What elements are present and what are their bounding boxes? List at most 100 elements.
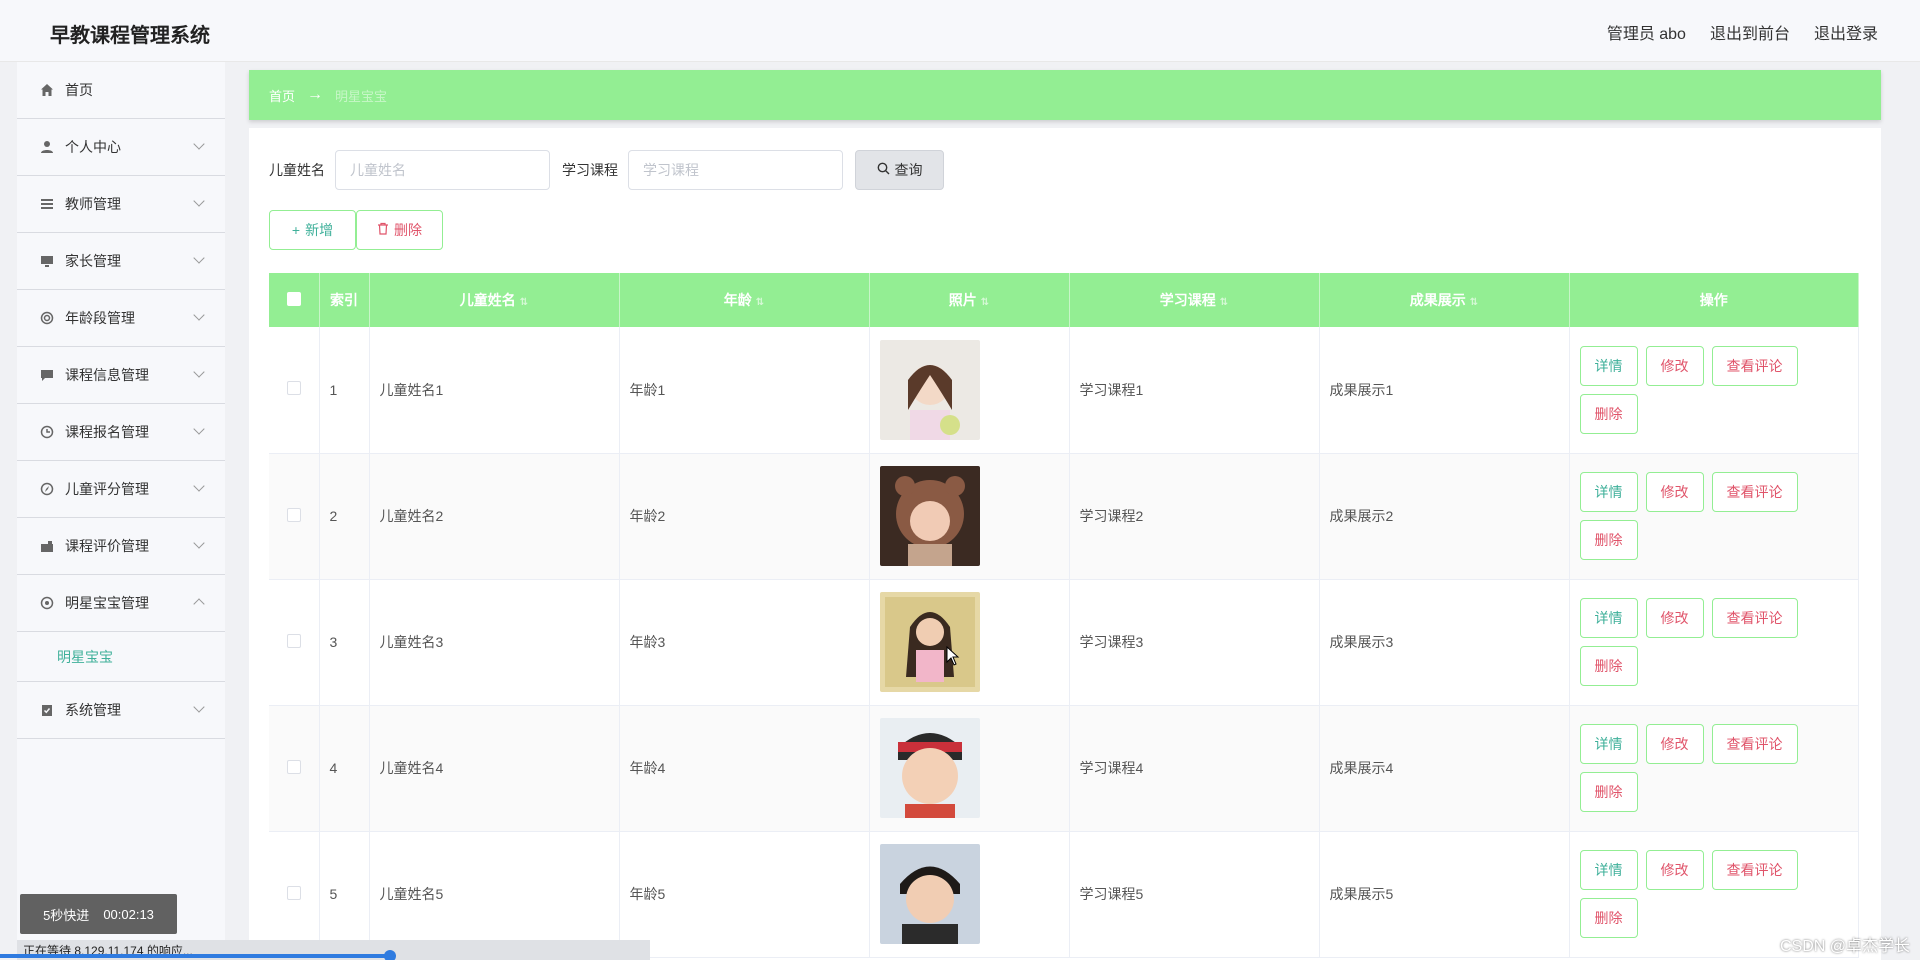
column-name[interactable]: 儿童姓名 ⇅ [369, 273, 620, 327]
chevron-down-icon [193, 537, 205, 549]
sort-icon: ⇅ [519, 297, 529, 308]
detail-button[interactable]: 详情 [1579, 472, 1638, 512]
column-course[interactable]: 学习课程 ⇅ [1069, 273, 1320, 327]
video-time: 00:02:13 [103, 906, 154, 922]
column-operations: 操作 [1569, 273, 1859, 327]
cell-photo [869, 705, 1070, 832]
sidebar-subitem-star-baby[interactable]: 明星宝宝 [17, 632, 225, 682]
sidebar-item-parents[interactable]: 家长管理 [17, 233, 225, 290]
sidebar-item-star-babies[interactable]: 明星宝宝管理 [17, 575, 225, 632]
search-button-label: 查询 [894, 162, 923, 178]
sort-icon: ⇅ [980, 297, 990, 308]
sidebar-item-label: 课程信息管理 [65, 367, 149, 383]
delete-button[interactable]: 删除 [1579, 772, 1638, 812]
add-button[interactable]: + 新增 [269, 210, 356, 250]
detail-button[interactable]: 详情 [1579, 598, 1638, 638]
chevron-down-icon [193, 195, 205, 207]
cell-operations: 详情 修改 查看评论 删除 [1569, 705, 1859, 832]
breadcrumb-current: 明星宝宝 [335, 88, 388, 104]
monitor-icon [39, 253, 55, 269]
cell-index: 5 [319, 831, 370, 958]
view-comments-button[interactable]: 查看评论 [1711, 598, 1798, 638]
clock-icon [39, 424, 55, 440]
row-checkbox[interactable] [269, 705, 320, 832]
sidebar-item-system[interactable]: 系统管理 [17, 682, 225, 739]
cell-course: 学习课程4 [1069, 705, 1320, 832]
view-comments-button[interactable]: 查看评论 [1711, 724, 1798, 764]
row-checkbox[interactable] [269, 579, 320, 706]
course-input[interactable] [628, 150, 843, 190]
sidebar-item-label: 课程评价管理 [65, 538, 149, 554]
sort-icon: ⇅ [755, 297, 765, 308]
sidebar-item-course-reviews[interactable]: 课程评价管理 [17, 518, 225, 575]
sidebar-item-home[interactable]: 首页 [17, 62, 225, 119]
video-speed-badge[interactable]: 5秒快进 00:02:13 [20, 894, 177, 934]
cell-name: 儿童姓名3 [369, 579, 620, 706]
edit-button[interactable]: 修改 [1645, 724, 1704, 764]
sidebar-item-child-scores[interactable]: 儿童评分管理 [17, 461, 225, 518]
delete-button[interactable]: 删除 [1579, 393, 1638, 434]
sidebar-item-course-info[interactable]: 课程信息管理 [17, 347, 225, 404]
sidebar-item-enrollment[interactable]: 课程报名管理 [17, 404, 225, 461]
detail-button[interactable]: 详情 [1579, 850, 1638, 890]
sidebar-item-age-groups[interactable]: 年龄段管理 [17, 290, 225, 347]
video-progress-bar[interactable] [0, 954, 390, 958]
row-checkbox[interactable] [269, 453, 320, 580]
compass-icon [39, 481, 55, 497]
child-photo[interactable] [879, 466, 980, 566]
row-checkbox[interactable] [269, 327, 320, 454]
sidebar-item-personal[interactable]: 个人中心 [17, 119, 225, 176]
cell-operations: 详情 修改 查看评论 删除 [1569, 453, 1859, 580]
chevron-down-icon [193, 480, 205, 492]
child-photo[interactable] [879, 844, 980, 944]
search-icon [877, 162, 890, 178]
data-table: 索引 儿童姓名 ⇅ 年龄 ⇅ 照片 ⇅ 学习课程 ⇅ 成果展示 ⇅ 操作 1 儿童姓名1 … [269, 273, 1859, 958]
detail-button[interactable]: 详情 [1579, 345, 1638, 386]
edit-button[interactable]: 修改 [1645, 345, 1704, 386]
breadcrumb: 首页 → 明星宝宝 [249, 70, 1881, 120]
child-photo[interactable] [879, 592, 980, 692]
delete-button[interactable]: 删除 [1579, 520, 1638, 560]
row-checkbox[interactable] [269, 831, 320, 958]
child-photo[interactable] [879, 339, 980, 440]
table-row: 1 儿童姓名1 年龄1 学习课程1 成果展示1 详情 修改 查看评论 删除 [269, 327, 1859, 454]
cell-age: 年龄5 [619, 831, 870, 958]
column-index[interactable]: 索引 [319, 273, 370, 327]
column-result[interactable]: 成果展示 ⇅ [1319, 273, 1570, 327]
breadcrumb-home[interactable]: 首页 [269, 86, 295, 105]
view-comments-button[interactable]: 查看评论 [1711, 345, 1798, 386]
search-button[interactable]: 查询 [855, 150, 944, 190]
select-all-checkbox[interactable] [269, 273, 320, 327]
sidebar-item-label: 明星宝宝管理 [65, 595, 149, 611]
add-button-label: 新增 [305, 222, 334, 238]
sidebar-item-teachers[interactable]: 教师管理 [17, 176, 225, 233]
batch-delete-button[interactable]: 删除 [356, 210, 443, 250]
column-age[interactable]: 年龄 ⇅ [619, 273, 870, 327]
child-name-input[interactable] [335, 150, 550, 190]
delete-button-label: 删除 [394, 222, 422, 238]
sidebar-item-label: 家长管理 [65, 253, 121, 269]
cell-photo [869, 579, 1070, 706]
search-form: 儿童姓名 学习课程 查询 [269, 150, 944, 190]
delete-button[interactable]: 删除 [1579, 898, 1638, 938]
briefcase-icon [39, 538, 55, 554]
child-photo[interactable] [879, 718, 980, 818]
cell-index: 4 [319, 705, 370, 832]
cell-name: 儿童姓名1 [369, 327, 620, 454]
edit-button[interactable]: 修改 [1645, 850, 1704, 890]
cell-operations: 详情 修改 查看评论 删除 [1569, 579, 1859, 706]
detail-button[interactable]: 详情 [1579, 724, 1638, 764]
to-frontend-link[interactable]: 退出到前台 [1710, 20, 1790, 44]
edit-button[interactable]: 修改 [1645, 598, 1704, 638]
edit-button[interactable]: 修改 [1645, 472, 1704, 512]
cell-index: 2 [319, 453, 370, 580]
trash-icon [377, 222, 389, 238]
logout-link[interactable]: 退出登录 [1814, 20, 1878, 44]
video-progress-handle[interactable] [384, 950, 396, 960]
view-comments-button[interactable]: 查看评论 [1711, 472, 1798, 512]
cell-course: 学习课程5 [1069, 831, 1320, 958]
column-photo[interactable]: 照片 ⇅ [869, 273, 1070, 327]
cell-name: 儿童姓名5 [369, 831, 620, 958]
delete-button[interactable]: 删除 [1579, 646, 1638, 686]
view-comments-button[interactable]: 查看评论 [1711, 850, 1798, 890]
